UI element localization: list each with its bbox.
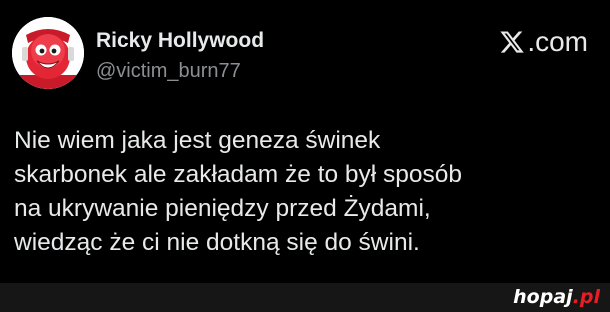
post-text: Nie wiem jaka jest geneza świnek skarbon…	[14, 124, 599, 260]
author-name[interactable]: Ricky Hollywood	[96, 28, 264, 54]
kool-aid-man-icon	[12, 17, 84, 89]
watermark-main: hopaj	[513, 286, 573, 308]
post-text-line: Nie wiem jaka jest geneza świnek	[14, 127, 381, 154]
author-handle[interactable]: @victim_burn77	[96, 59, 241, 83]
platform-brand: .com	[498, 27, 588, 57]
screenshot-frame: Ricky Hollywood @victim_burn77 .com Nie …	[0, 0, 610, 312]
post-text-line: wiedząc że ci nie dotkną się do świni.	[14, 229, 420, 256]
x-logo-icon	[500, 31, 525, 53]
watermark-tld: .pl	[572, 286, 600, 308]
watermark-bar: hopaj.pl	[0, 283, 610, 312]
platform-domain: .com	[527, 26, 588, 57]
post-text-line: na ukrywanie pieniędzy przed Żydami,	[14, 195, 431, 222]
post-text-line: skarbonek ale zakładam że to był sposób	[14, 161, 463, 188]
watermark: hopaj.pl	[513, 285, 600, 310]
avatar[interactable]	[12, 17, 84, 89]
post-card: Ricky Hollywood @victim_burn77 .com Nie …	[0, 0, 610, 283]
